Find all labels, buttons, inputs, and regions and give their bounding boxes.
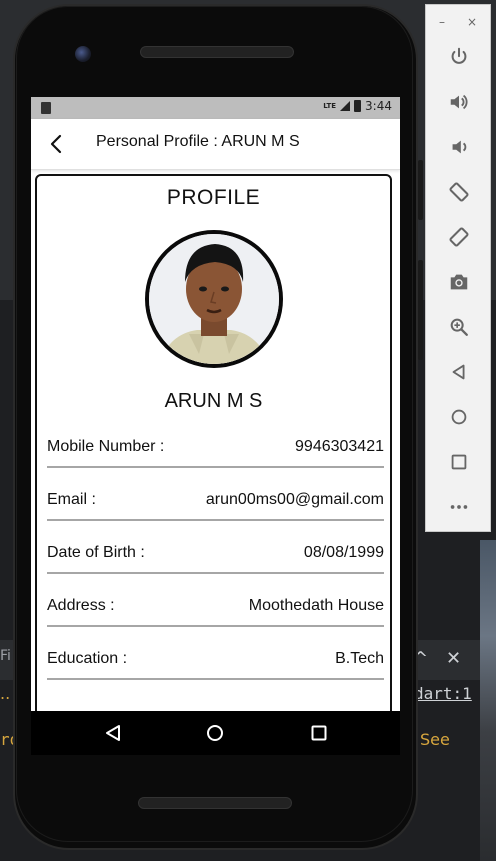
date-of-birth-value: 08/08/1999 (303, 544, 384, 561)
overview-icon (451, 454, 467, 470)
avatar (145, 230, 283, 368)
nav-home-button[interactable] (203, 722, 227, 744)
volume-down-button[interactable] (440, 131, 478, 163)
nav-back-icon (106, 725, 120, 741)
nav-home-icon (207, 725, 223, 741)
rotate-right-button[interactable] (440, 221, 478, 253)
signal-icon (340, 101, 351, 111)
close-button[interactable]: × (467, 15, 477, 29)
mobile-number-label: Mobile Number : (47, 438, 165, 455)
profile-photo (149, 234, 279, 364)
zoom-icon (450, 318, 468, 336)
overview-button[interactable] (440, 446, 478, 478)
nav-overview-icon (311, 725, 327, 741)
close-icon[interactable]: ✕ (446, 648, 461, 669)
camera-icon (450, 274, 468, 290)
rotate-right-icon (449, 227, 469, 247)
sim-card-icon (41, 102, 51, 114)
ide-tab-fragment[interactable]: Fi (0, 648, 11, 664)
phone-power-key[interactable] (418, 160, 423, 220)
top-speaker (140, 46, 294, 58)
phone-screen: LTE 3:44 Personal Profile : ARUN M S PRO… (31, 97, 400, 711)
rotate-left-icon (449, 182, 469, 202)
app-bar: Personal Profile : ARUN M S (31, 119, 400, 170)
profile-name: ARUN M S (164, 390, 263, 412)
email-row: Email : arun00ms00@gmail.com (47, 489, 384, 521)
zoom-button[interactable] (440, 311, 478, 343)
status-time: 3:44 (365, 99, 392, 113)
education-label: Education : (47, 650, 128, 667)
power-icon (451, 47, 467, 64)
emulator-toolbar: – × (425, 4, 491, 532)
back-icon (452, 364, 465, 380)
nav-back-button[interactable] (101, 722, 125, 744)
status-bar: LTE 3:44 (31, 97, 400, 119)
back-button[interactable] (440, 356, 478, 388)
mobile-number-value: 9946303421 (295, 438, 384, 455)
education-value: B.Tech (335, 650, 384, 667)
email-value: arun00ms00@gmail.com (205, 491, 384, 508)
volume-up-button[interactable] (440, 86, 478, 118)
ide-dots: .. (0, 684, 11, 703)
mobile-number-row: Mobile Number : 9946303421 (47, 436, 384, 468)
front-camera (75, 46, 91, 62)
home-button[interactable] (440, 401, 478, 433)
education-row: Education : B.Tech (47, 648, 384, 680)
minimize-button[interactable]: – (439, 15, 445, 29)
ide-file-link[interactable]: dart:1 (414, 684, 472, 703)
profile-heading: PROFILE (166, 186, 261, 209)
screenshot-button[interactable] (440, 266, 478, 298)
rotate-left-button[interactable] (440, 176, 478, 208)
phone-volume-key[interactable] (418, 260, 423, 360)
email-label: Email : (47, 491, 96, 508)
address-value: Moothedath House (248, 597, 384, 614)
navigation-bar (31, 711, 400, 755)
arrow-back-icon (50, 134, 62, 154)
home-icon (451, 409, 467, 425)
power-button[interactable] (440, 41, 478, 73)
more-button[interactable] (440, 491, 478, 523)
ide-see-link[interactable]: See (420, 730, 450, 749)
address-row: Address : Moothedath House (47, 595, 384, 627)
volume-down-icon (452, 140, 467, 154)
desktop-wallpaper (480, 540, 496, 861)
date-of-birth-label: Date of Birth : (47, 544, 145, 561)
page-title: Personal Profile : ARUN M S (96, 133, 300, 150)
network-type: LTE (323, 102, 337, 110)
bottom-speaker (138, 797, 292, 809)
volume-up-icon (450, 94, 468, 110)
address-label: Address : (47, 597, 115, 614)
nav-overview-button[interactable] (307, 722, 331, 744)
date-of-birth-row: Date of Birth : 08/08/1999 (47, 542, 384, 574)
battery-icon (354, 100, 362, 112)
back-button[interactable] (45, 132, 67, 156)
more-icon (450, 505, 468, 509)
profile-card: PROFILE ARUN M S Mobile Number : 9946303… (35, 174, 392, 711)
